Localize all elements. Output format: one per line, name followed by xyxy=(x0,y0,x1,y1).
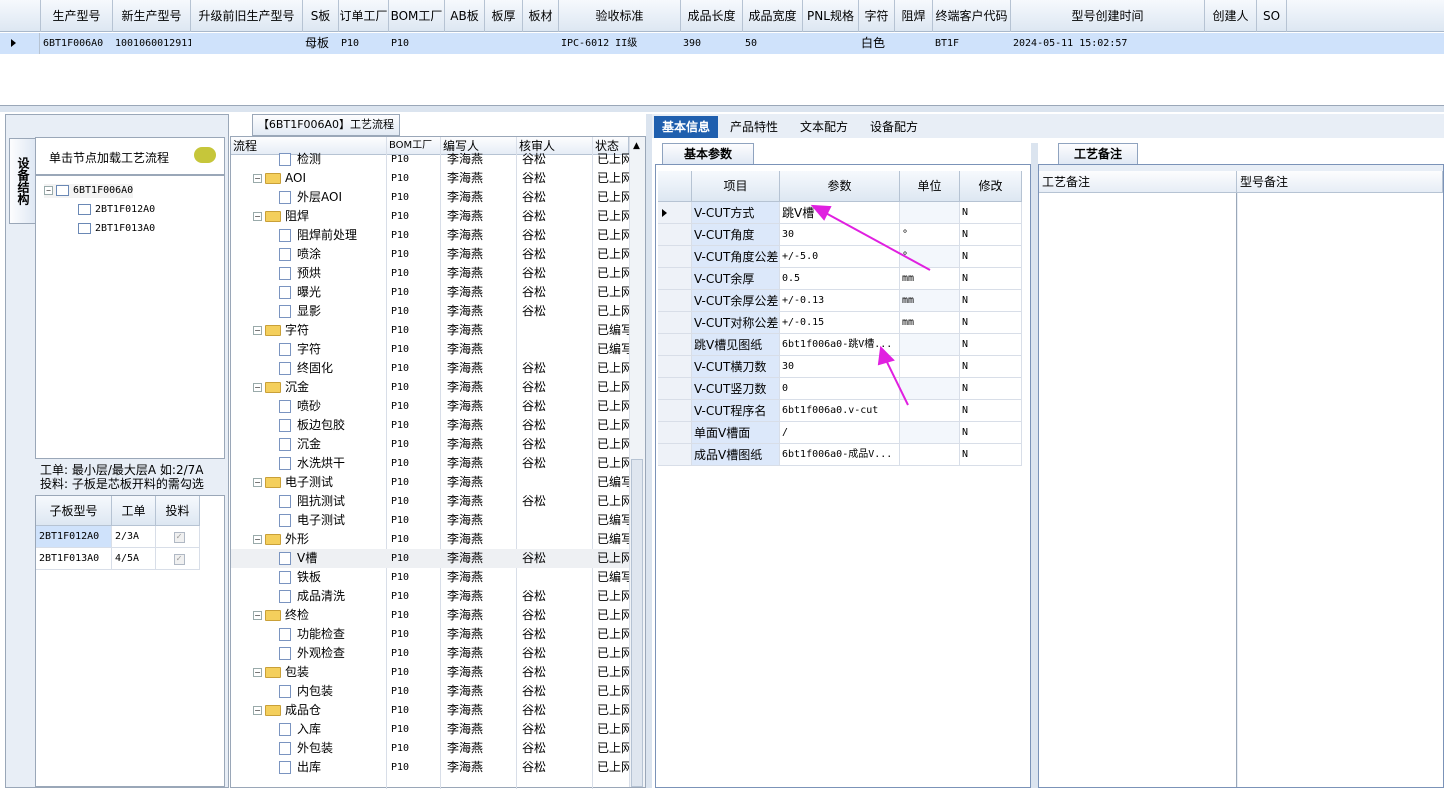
arrow-line xyxy=(821,210,931,271)
annotation-arrows xyxy=(810,204,931,406)
arrow-head xyxy=(810,204,832,221)
arrow-line xyxy=(884,357,909,406)
arrow-head xyxy=(877,345,895,366)
